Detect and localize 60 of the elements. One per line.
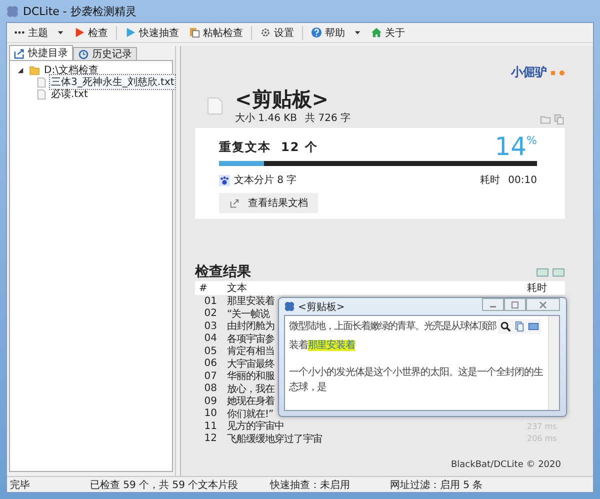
brand-name: 小倔驴 [511,64,547,81]
column-header: # [198,282,208,294]
row-number: 01 [203,296,218,307]
table-cell-text: 华丽的和服 [226,370,274,384]
row-number: 11 [203,420,218,432]
table-cell-text: 由封闭舱为 [226,320,274,334]
percent-sign: % [526,134,537,147]
view-results-button[interactable]: 查看结果文档 [219,193,318,213]
status-text: 网址过滤：启用 5 条 [390,478,483,492]
fragment-size: 文本分片 8 字 [234,174,297,187]
toolbar-button[interactable]: 帮助 [307,26,365,40]
status-text: 已检查 59 个，共 59 个文本片段 [90,478,240,492]
toolbar-button[interactable]: 粘帖检查 [185,26,247,40]
char-count: 共 726 字 [305,112,350,125]
row-number: 08 [203,383,218,394]
row-number: 10 [203,408,218,420]
popup-paragraph: 一个小小的发光体是这个小世界的太阳。这是一个全封闭的生态球，是 [289,366,544,395]
table-cell-text: 飞船缓缓地穿过了宇宙 [226,432,322,446]
elapsed-time: 00:10 [508,174,537,186]
time-label: 耗时 [480,174,500,187]
table-cell-text: 放心，我在 [226,382,274,396]
table-cell-text: 她现在身着 [226,394,274,408]
row-number: 09 [203,396,218,407]
table-cell-text: 各项宇宙参 [226,332,274,346]
table-cell-text: 见方的宇宙中 [226,420,284,434]
toolbar-button[interactable]: 主题 [10,26,68,40]
document-title: <剪贴板> [235,87,330,111]
popup-title: <剪贴板> [298,300,346,314]
row-number: 04 [203,333,218,344]
copyright-text: BlackBat/DCLite © 2020 [450,460,561,470]
duplicate-count: 12 个 [281,139,318,156]
row-number: 02 [203,308,218,320]
tree-item[interactable]: 三体3_死神永生_刘慈欣.txt [49,74,176,90]
results-title: 检查结果 [195,263,252,281]
toolbar-button[interactable]: 关于 [367,26,409,40]
file-size: 大小 1.46 KB [235,112,298,125]
table-cell-text: 肯定有相当 [226,344,274,358]
column-header: 耗时 [527,282,548,295]
status-text: 完毕 [9,478,31,492]
tab[interactable]: 快捷目录 [9,45,73,60]
toolbar-button[interactable]: 设置 [256,26,298,40]
status-text: 快速抽查：未启用 [270,478,351,492]
row-number: 12 [203,433,218,444]
table-cell-text: 你们就在!” [226,408,274,420]
toolbar-button[interactable]: 快速抽查 [121,26,183,40]
row-number: 07 [203,370,218,382]
popup-paragraph: 装着那里安装着 [289,338,355,353]
tab[interactable]: 历史记录 [73,47,137,60]
table-cell-text: 那里安装着 [226,294,274,308]
popup-paragraph: 微型陆地，上面长着嫩绿的青草。光亮是从球体顶部 [289,320,496,334]
row-number: 06 [203,358,218,370]
toolbar-button[interactable]: 检查 [70,26,112,40]
table-cell-text: 大宇宙最终 [226,358,274,370]
row-number: 03 [203,320,218,332]
duplicate-label: 重复文本 [219,139,271,156]
window-title: DCLite - 抄袭检测精灵 [23,4,136,18]
row-number: 05 [203,346,218,357]
column-header: 文本 [226,282,247,295]
table-cell-text: “关一帧说 [226,308,270,320]
percentage: 14 [494,134,527,159]
